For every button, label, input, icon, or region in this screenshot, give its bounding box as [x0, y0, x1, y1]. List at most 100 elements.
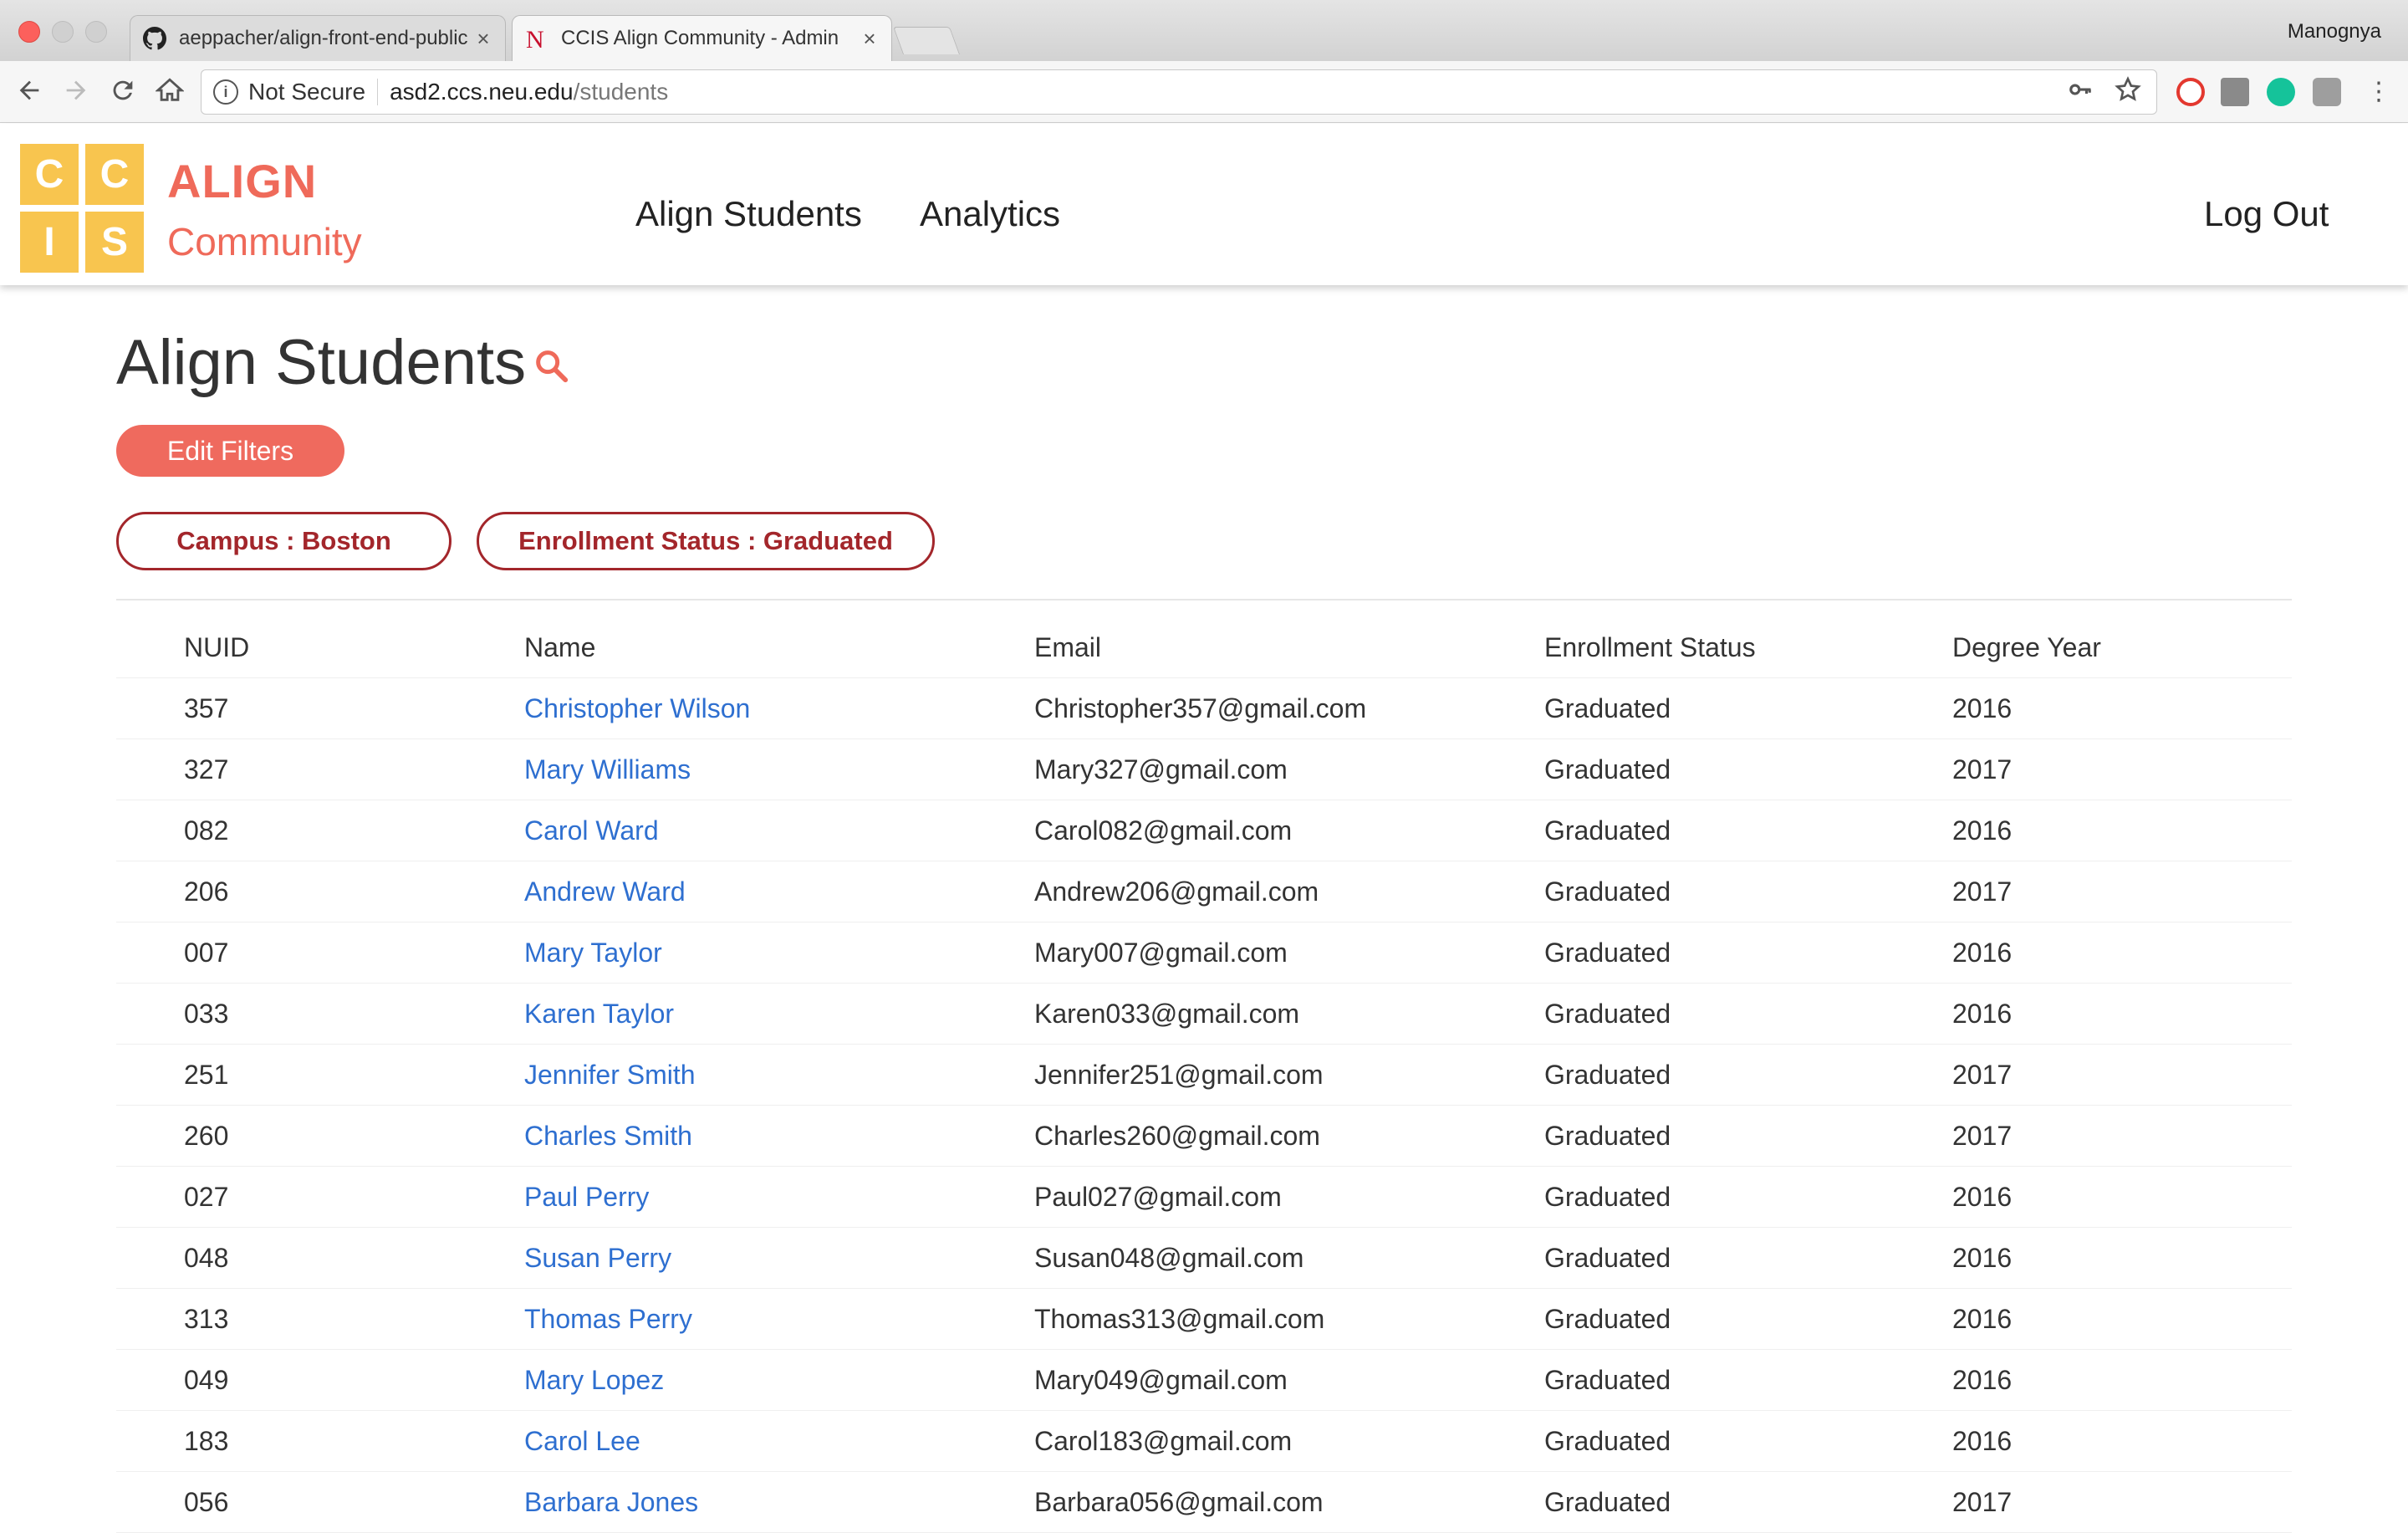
- table-row[interactable]: 327 Mary Williams Mary327@gmail.com Graduat…: [116, 738, 2292, 800]
- key-icon[interactable]: [2068, 77, 2093, 109]
- browser-tab-github[interactable]: aeppacher/align-front-end-public ×: [130, 15, 506, 61]
- tab-title: aeppacher/align-front-end-public: [179, 27, 468, 49]
- edit-filters-button[interactable]: Edit Filters: [116, 425, 344, 477]
- degree-year-cell: 2017: [1952, 1120, 2013, 1151]
- table-row[interactable]: 033 Karen Taylor Karen033@gmail.com Graduat…: [116, 983, 2292, 1045]
- column-header-nuid[interactable]: NUID: [116, 617, 524, 678]
- nav-analytics[interactable]: Analytics: [920, 194, 1060, 234]
- degree-year-cell: 2016: [1952, 815, 2013, 846]
- reload-icon[interactable]: [107, 76, 139, 108]
- column-header-email[interactable]: Email: [1034, 617, 1544, 678]
- student-name-link[interactable]: Susan Perry: [524, 1243, 671, 1273]
- email-cell: Carol082@gmail.com: [1034, 815, 1293, 846]
- nav-align-students[interactable]: Align Students: [635, 194, 862, 234]
- back-icon[interactable]: [13, 76, 45, 108]
- student-name-link[interactable]: Mary Williams: [524, 754, 691, 784]
- logo-letter: I: [20, 212, 79, 273]
- table-row[interactable]: 251 Jennifer Smith Jennifer251@gmail.com Gr…: [116, 1044, 2292, 1106]
- window-minimize-button[interactable]: [52, 21, 74, 43]
- student-name-link[interactable]: Charles Smith: [524, 1121, 692, 1151]
- student-name-link[interactable]: Christopher Wilson: [524, 693, 750, 723]
- student-name-link[interactable]: Andrew Ward: [524, 876, 686, 907]
- grammarly-icon[interactable]: [2267, 78, 2295, 106]
- enrollment-status-cell: Graduated: [1544, 1303, 1671, 1334]
- menu-icon[interactable]: ⋮: [2363, 76, 2395, 108]
- table-cell: 260: [116, 1105, 524, 1167]
- filter-chip-enrollment-status[interactable]: Enrollment Status : Graduated: [477, 512, 935, 570]
- column-header-name[interactable]: Name: [524, 617, 1034, 678]
- tab-close-icon[interactable]: ×: [860, 26, 880, 52]
- table-cell: Susan048@gmail.com: [1034, 1227, 1544, 1289]
- table-row[interactable]: 260 Charles Smith Charles260@gmail.com Grad…: [116, 1105, 2292, 1167]
- table-cell: Graduated: [1544, 1410, 1952, 1472]
- student-name-link[interactable]: Karen Taylor: [524, 999, 674, 1029]
- nuid-cell: 048: [184, 1242, 229, 1273]
- table-row[interactable]: 082 Carol Ward Carol082@gmail.com Graduated…: [116, 800, 2292, 861]
- window-close-button[interactable]: [18, 21, 40, 43]
- nuid-cell: 033: [184, 998, 229, 1029]
- profile-name[interactable]: Manognya: [2288, 20, 2381, 43]
- url-host: asd2.ccs.neu.edu: [390, 79, 574, 105]
- logout-link[interactable]: Log Out: [2204, 194, 2329, 234]
- table-row[interactable]: 049 Mary Lopez Mary049@gmail.com Graduated 2…: [116, 1349, 2292, 1411]
- tab-title: CCIS Align Community - Admin: [561, 27, 839, 49]
- table-row[interactable]: 056 Barbara Jones Barbara056@gmail.com Grad…: [116, 1471, 2292, 1533]
- email-cell: Jennifer251@gmail.com: [1034, 1059, 1324, 1090]
- logo[interactable]: C C I S: [20, 144, 144, 273]
- table-cell: Carol183@gmail.com: [1034, 1410, 1544, 1472]
- star-icon[interactable]: [2115, 76, 2141, 110]
- column-header-enrollment-status[interactable]: Enrollment Status: [1544, 617, 1952, 678]
- degree-year-cell: 2016: [1952, 1242, 2013, 1273]
- student-name-link[interactable]: Mary Lopez: [524, 1365, 664, 1395]
- email-cell: Carol183@gmail.com: [1034, 1425, 1293, 1456]
- table-row[interactable]: 027 Paul Perry Paul027@gmail.com Graduated 2…: [116, 1166, 2292, 1228]
- new-tab-button[interactable]: [892, 27, 961, 54]
- enrollment-status-cell: Graduated: [1544, 1242, 1671, 1273]
- table-cell: 007: [116, 922, 524, 984]
- filter-chip-campus[interactable]: Campus : Boston: [116, 512, 452, 570]
- extension-icon[interactable]: [2221, 78, 2249, 106]
- student-name-link[interactable]: Carol Ward: [524, 815, 659, 846]
- table-cell: Paul Perry: [524, 1166, 1034, 1228]
- table-cell: 2017: [1952, 1105, 2292, 1167]
- opera-extension-icon[interactable]: [2176, 78, 2205, 106]
- search-icon[interactable]: [532, 346, 570, 385]
- column-header-degree-year[interactable]: Degree Year: [1952, 617, 2292, 678]
- nuid-cell: 049: [184, 1364, 229, 1395]
- table-row[interactable]: 048 Susan Perry Susan048@gmail.com Graduate…: [116, 1227, 2292, 1289]
- table-cell: 2017: [1952, 1044, 2292, 1106]
- student-name-link[interactable]: Barbara Jones: [524, 1487, 698, 1517]
- home-icon[interactable]: [154, 76, 186, 108]
- table-row[interactable]: 183 Carol Lee Carol183@gmail.com Graduated 2…: [116, 1410, 2292, 1472]
- browser-tab-align-admin[interactable]: N CCIS Align Community - Admin ×: [512, 15, 892, 61]
- student-name-link[interactable]: Mary Taylor: [524, 938, 662, 968]
- table-cell: Andrew Ward: [524, 861, 1034, 922]
- table-cell: Karen Taylor: [524, 983, 1034, 1045]
- window-maximize-button[interactable]: [85, 21, 107, 43]
- forward-icon[interactable]: [60, 76, 92, 108]
- browser-toolbar: i Not Secure asd2.ccs.neu.edu/students ⋮: [0, 61, 2408, 123]
- degree-year-cell: 2017: [1952, 754, 2013, 784]
- enrollment-status-cell: Graduated: [1544, 1059, 1671, 1090]
- extension-icon[interactable]: [2313, 78, 2341, 106]
- table-row[interactable]: 007 Mary Taylor Mary007@gmail.com Graduated…: [116, 922, 2292, 984]
- student-name-link[interactable]: Carol Lee: [524, 1426, 640, 1456]
- table-cell: Jennifer251@gmail.com: [1034, 1044, 1544, 1106]
- email-cell: Thomas313@gmail.com: [1034, 1303, 1325, 1334]
- enrollment-status-cell: Graduated: [1544, 1120, 1671, 1151]
- address-bar[interactable]: i Not Secure asd2.ccs.neu.edu/students: [201, 69, 2157, 115]
- student-name-link[interactable]: Paul Perry: [524, 1182, 649, 1212]
- table-cell: Graduated: [1544, 1349, 1952, 1411]
- url-path: /students: [573, 79, 669, 105]
- info-icon[interactable]: i: [213, 79, 238, 105]
- tab-close-icon[interactable]: ×: [473, 26, 493, 52]
- student-name-link[interactable]: Thomas Perry: [524, 1304, 692, 1334]
- degree-year-cell: 2016: [1952, 937, 2013, 968]
- student-name-link[interactable]: Jennifer Smith: [524, 1060, 696, 1090]
- enrollment-status-cell: Graduated: [1544, 998, 1671, 1029]
- students-table: NUID Name Email Enrollment Status Degree…: [116, 617, 2292, 1533]
- table-row[interactable]: 313 Thomas Perry Thomas313@gmail.com Gradua…: [116, 1288, 2292, 1350]
- table-row[interactable]: 206 Andrew Ward Andrew206@gmail.com Graduat…: [116, 861, 2292, 922]
- table-row[interactable]: 357 Christopher Wilson Christopher357@gmai…: [116, 677, 2292, 739]
- table-cell: 2017: [1952, 1471, 2292, 1533]
